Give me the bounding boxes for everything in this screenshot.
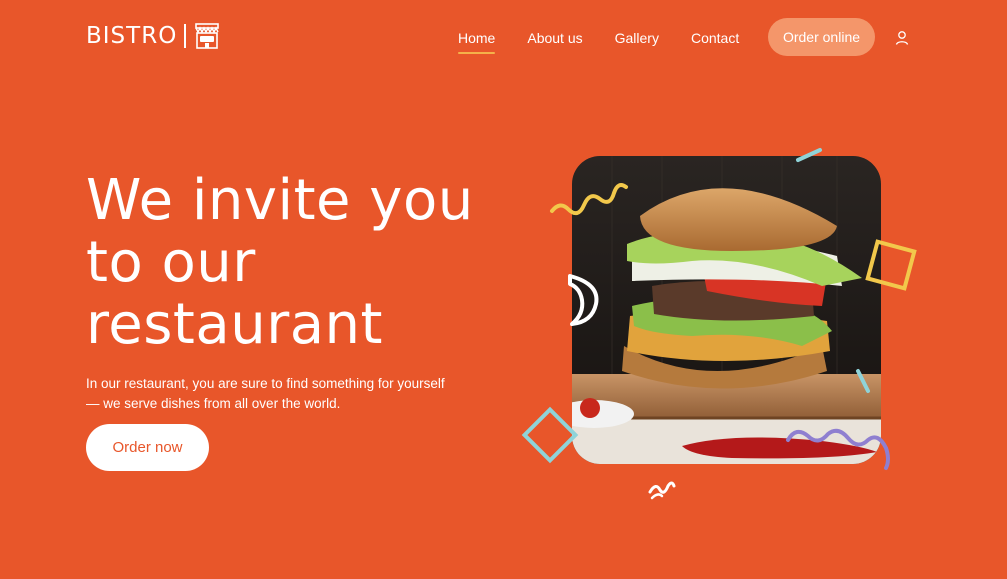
yellow-squiggle-decoration (550, 183, 628, 216)
teal-dash-decoration (796, 148, 822, 162)
hero-description: In our restaurant, you are sure to find … (86, 374, 506, 414)
main-nav: Home About us Gallery Contact (458, 30, 771, 54)
hero-title: We invite you to our restaurant (86, 170, 506, 356)
hero-description-line-1: In our restaurant, you are sure to find … (86, 376, 445, 391)
hero-title-line-1: We invite you (86, 168, 474, 233)
teal-small-dash-decoration (856, 369, 870, 393)
site-header: BISTRO Home About us Gallery Contact Ord… (0, 0, 1007, 76)
white-arc-decoration (568, 274, 599, 326)
yellow-square-decoration (865, 239, 917, 291)
nav-home[interactable]: Home (458, 30, 496, 54)
order-now-button[interactable]: Order now (86, 424, 209, 471)
nav-contact[interactable]: Contact (691, 30, 739, 50)
hero-description-line-2: — we serve dishes from all over the worl… (86, 396, 341, 411)
purple-wave-decoration (786, 428, 890, 470)
logo[interactable]: BISTRO (86, 22, 221, 50)
logo-text: BISTRO (86, 23, 178, 49)
user-icon[interactable] (894, 30, 910, 46)
white-squiggle-decoration (648, 481, 676, 500)
nav-about-us[interactable]: About us (527, 30, 582, 50)
teal-diamond-decoration (521, 406, 579, 464)
order-online-button[interactable]: Order online (768, 18, 875, 56)
nav-gallery[interactable]: Gallery (615, 30, 659, 50)
logo-divider (184, 24, 187, 48)
hero-title-line-2: to our (86, 230, 256, 295)
restaurant-storefront-icon (195, 23, 220, 49)
hero-title-line-3: restaurant (86, 292, 383, 357)
